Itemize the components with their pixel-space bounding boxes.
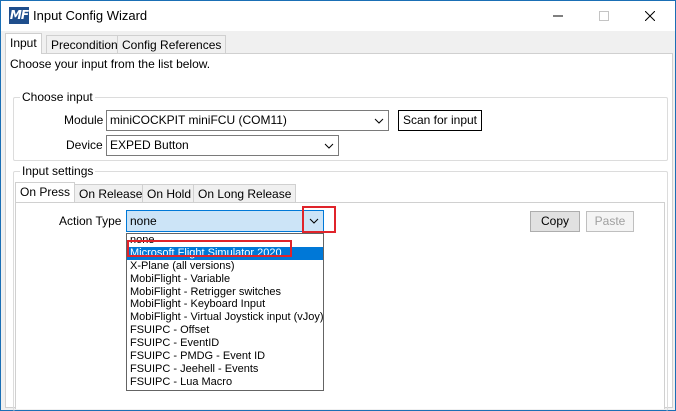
paste-button[interactable]: Paste [586, 211, 634, 232]
window-title: Input Config Wizard [33, 8, 148, 23]
action-type-label: Action Type [59, 214, 122, 228]
action-type-select[interactable]: none [126, 210, 324, 232]
list-item[interactable]: MobiFlight - Retrigger switches [127, 286, 323, 299]
close-icon [645, 11, 655, 21]
list-item[interactable]: FSUIPC - Jeehell - Events [127, 363, 323, 376]
tab-precondition[interactable]: Precondition [46, 35, 123, 53]
list-item[interactable]: X-Plane (all versions) [127, 260, 323, 273]
input-tab-page: Choose your input from the list below. C… [5, 53, 673, 411]
input-settings-legend: Input settings [20, 164, 96, 178]
action-type-value: none [130, 214, 157, 228]
list-item[interactable]: FSUIPC - Offset [127, 324, 323, 337]
selected-option-highlight-box [127, 240, 292, 257]
instruction-text: Choose your input from the list below. [10, 57, 211, 71]
event-subtabstrip: On Press On Release On Hold On Long Rele… [15, 182, 665, 202]
device-select[interactable]: EXPED Button [106, 135, 339, 156]
list-item[interactable]: MobiFlight - Virtual Joystick input (vJo… [127, 311, 323, 324]
maximize-icon [599, 11, 609, 21]
maximize-button[interactable] [581, 1, 627, 31]
subtab-on-press[interactable]: On Press [15, 182, 76, 202]
device-label: Device [66, 138, 103, 152]
subtab-on-hold[interactable]: On Hold [142, 184, 197, 202]
main-tabstrip: Input Precondition Config References [5, 33, 673, 54]
on-press-page [15, 202, 665, 409]
minimize-icon [553, 15, 563, 17]
minimize-button[interactable] [535, 1, 581, 31]
copy-button[interactable]: Copy [530, 211, 580, 232]
module-select[interactable]: miniCOCKPIT miniFCU (COM11) [106, 110, 389, 131]
list-item[interactable]: FSUIPC - PMDG - Event ID [127, 350, 323, 363]
chevron-down-icon [370, 111, 388, 130]
mobiflight-app-icon: MF [9, 7, 29, 24]
title-bar[interactable]: MF Input Config Wizard [1, 1, 675, 31]
device-value: EXPED Button [110, 138, 189, 152]
tab-config-references[interactable]: Config References [117, 35, 227, 53]
list-item[interactable]: MobiFlight - Variable [127, 273, 323, 286]
tab-input[interactable]: Input [5, 33, 42, 54]
list-item[interactable]: MobiFlight - Keyboard Input [127, 298, 323, 311]
dropdown-arrow-highlight-box [302, 206, 336, 233]
scan-for-input-button[interactable]: Scan for input [398, 110, 482, 131]
list-item[interactable]: FSUIPC - Lua Macro [127, 376, 323, 389]
chevron-down-icon [320, 136, 338, 155]
subtab-on-release[interactable]: On Release [74, 184, 148, 202]
module-label: Module [64, 113, 104, 127]
close-button[interactable] [627, 1, 673, 31]
list-item[interactable]: FSUIPC - EventID [127, 337, 323, 350]
choose-input-legend: Choose input [20, 90, 95, 104]
module-value: miniCOCKPIT miniFCU (COM11) [110, 113, 287, 127]
subtab-on-long-release[interactable]: On Long Release [193, 184, 297, 202]
input-config-wizard-window: MF Input Config Wizard Input Preconditio… [0, 0, 676, 411]
